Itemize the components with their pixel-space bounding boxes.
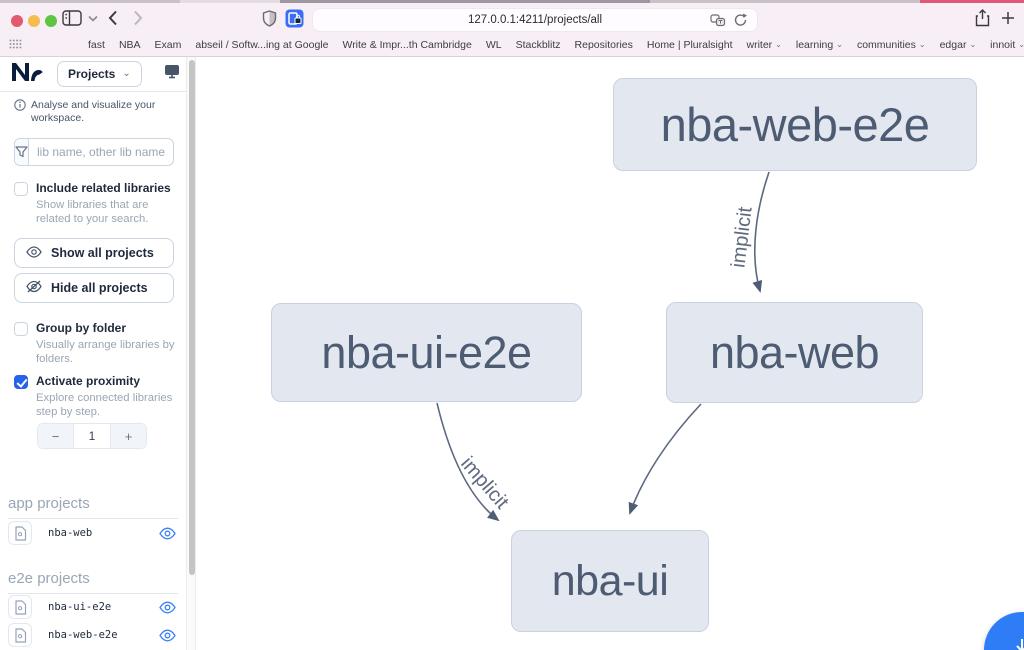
bookmark-item[interactable]: innoit⌄: [990, 39, 1024, 51]
stepper-value: 1: [73, 424, 111, 448]
graph-node-nba-ui[interactable]: nba-ui: [511, 530, 709, 632]
bookmark-item[interactable]: Stackblitz⌄: [516, 39, 561, 51]
bookmarks-bar: fast⌄ NBA⌄ Exam⌄ abseil / Softw...ing at…: [0, 34, 1024, 57]
browser-toolbar: 127.0.0.1:4211/projects/all: [0, 3, 1024, 34]
minimize-window-button[interactable]: [28, 15, 40, 27]
chevron-down-icon: ⌄: [1018, 40, 1024, 49]
bookmark-item[interactable]: NBA⌄: [119, 39, 141, 51]
back-button[interactable]: [108, 6, 118, 30]
include-related-checkbox[interactable]: [14, 182, 28, 196]
include-related-row: Include related libraries Show libraries…: [14, 181, 174, 226]
bookmark-item[interactable]: abseil / Softw...ing at Google⌄: [195, 39, 328, 51]
section-title-app-projects: app projects: [8, 495, 178, 519]
workspace-tagline: Analyse and visualize your workspace.: [14, 99, 180, 125]
chevron-down-icon: ⌄: [969, 40, 976, 49]
url-text: 127.0.0.1:4211/projects/all: [468, 14, 602, 26]
edge-label-implicit: implicit: [727, 205, 756, 269]
favorites-grid-icon[interactable]: [9, 36, 22, 54]
activate-proximity-label[interactable]: Activate proximity: [36, 374, 174, 388]
share-icon[interactable]: [975, 6, 990, 30]
bookmark-item[interactable]: Home | Pluralsight⌄: [647, 39, 733, 51]
forward-button[interactable]: [133, 6, 143, 30]
download-graph-button[interactable]: [984, 612, 1024, 650]
project-row-nba-web-e2e: nba-web-e2e: [8, 623, 180, 647]
project-name[interactable]: nba-web: [48, 527, 92, 539]
extension-lock-icon[interactable]: [285, 6, 304, 30]
group-by-folder-label[interactable]: Group by folder: [36, 321, 174, 335]
section-title-e2e-projects: e2e projects: [8, 570, 178, 594]
privacy-shield-icon[interactable]: [262, 6, 277, 30]
address-bar[interactable]: 127.0.0.1:4211/projects/all: [312, 8, 758, 32]
bookmark-item[interactable]: WL⌄: [486, 39, 502, 51]
eye-icon[interactable]: [159, 601, 176, 614]
chevron-down-icon: ⌄: [122, 68, 130, 79]
stepper-increment-button[interactable]: +: [111, 424, 146, 448]
graph-node-nba-web-e2e[interactable]: nba-web-e2e: [613, 78, 977, 171]
project-doc-icon[interactable]: [8, 623, 32, 647]
dependency-graph-canvas[interactable]: implicit implicit nba-web-e2e nba-ui-e2e…: [196, 57, 1024, 650]
graph-node-nba-web[interactable]: nba-web: [666, 302, 923, 403]
sidebar-chevron-icon[interactable]: [88, 6, 98, 30]
edge-nba-web-to-nba-ui: [630, 404, 701, 513]
bookmarks-list: fast⌄ NBA⌄ Exam⌄ abseil / Softw...ing at…: [88, 39, 1024, 51]
lib-filter-input[interactable]: [29, 139, 174, 165]
new-tab-icon[interactable]: [1001, 6, 1015, 30]
theme-monitor-icon[interactable]: [164, 64, 180, 84]
bookmark-item[interactable]: communities⌄: [857, 39, 926, 51]
nx-logo: [9, 60, 43, 89]
eye-icon: [26, 246, 42, 261]
sidebar-header: Projects ⌄: [0, 57, 186, 91]
include-related-desc: Show libraries that are related to your …: [36, 198, 184, 226]
bookmark-item[interactable]: edgar⌄: [940, 39, 977, 51]
funnel-icon: [15, 139, 29, 165]
project-name[interactable]: nba-ui-e2e: [48, 601, 111, 613]
page-content: Projects ⌄ Analyse and visualize your wo…: [0, 57, 1024, 650]
chevron-down-icon: ⌄: [775, 40, 782, 49]
activate-proximity-desc: Explore connected libraries step by step…: [36, 391, 184, 419]
project-row-nba-web: nba-web: [8, 521, 180, 545]
reload-icon[interactable]: [734, 13, 747, 30]
edge-nba-web-e2e-to-nba-web: [755, 172, 769, 291]
graph-node-nba-ui-e2e[interactable]: nba-ui-e2e: [271, 303, 582, 402]
project-doc-icon[interactable]: [8, 595, 32, 619]
stepper-decrement-button[interactable]: −: [38, 424, 73, 448]
filter-box: [14, 138, 174, 166]
download-icon: [1011, 637, 1024, 650]
sidebar: Projects ⌄ Analyse and visualize your wo…: [0, 57, 186, 650]
sidebar-toggle-icon[interactable]: [62, 6, 82, 30]
eye-icon[interactable]: [159, 527, 176, 540]
group-by-folder-checkbox[interactable]: [14, 322, 28, 336]
include-related-label[interactable]: Include related libraries: [36, 181, 174, 195]
project-row-nba-ui-e2e: nba-ui-e2e: [8, 595, 180, 619]
sidebar-scrollbar-thumb[interactable]: [189, 60, 195, 575]
eye-off-icon: [26, 280, 42, 296]
bookmark-item[interactable]: learning⌄: [796, 39, 843, 51]
translate-icon[interactable]: [710, 14, 726, 30]
projects-dropdown-button[interactable]: Projects ⌄: [57, 61, 142, 87]
group-by-folder-desc: Visually arrange libraries by folders.: [36, 338, 184, 366]
chevron-down-icon: ⌄: [836, 40, 843, 49]
info-icon: [14, 99, 26, 125]
activate-proximity-checkbox[interactable]: [14, 375, 28, 389]
chevron-down-icon: ⌄: [919, 40, 926, 49]
bookmark-item[interactable]: Exam⌄: [155, 39, 182, 51]
project-doc-icon[interactable]: [8, 521, 32, 545]
edge-nba-ui-e2e-to-nba-ui: [437, 403, 498, 520]
show-all-projects-button[interactable]: Show all projects: [14, 238, 174, 268]
activate-proximity-row: Activate proximity Explore connected lib…: [14, 374, 174, 419]
bookmark-item[interactable]: Write & Impr...th Cambridge⌄: [342, 39, 471, 51]
project-name[interactable]: nba-web-e2e: [48, 629, 118, 641]
edge-label-implicit: implicit: [456, 453, 513, 514]
bookmark-item[interactable]: Repositories⌄: [575, 39, 633, 51]
eye-icon[interactable]: [159, 629, 176, 642]
divider: [0, 91, 186, 92]
zoom-window-button[interactable]: [45, 15, 57, 27]
close-window-button[interactable]: [11, 15, 23, 27]
bookmark-item[interactable]: writer⌄: [747, 39, 782, 51]
proximity-stepper: − 1 +: [37, 423, 147, 449]
bookmark-item[interactable]: fast⌄: [88, 39, 105, 51]
group-by-folder-row: Group by folder Visually arrange librari…: [14, 321, 174, 366]
hide-all-projects-button[interactable]: Hide all projects: [14, 273, 174, 303]
sidebar-scrollbar: [186, 57, 196, 650]
